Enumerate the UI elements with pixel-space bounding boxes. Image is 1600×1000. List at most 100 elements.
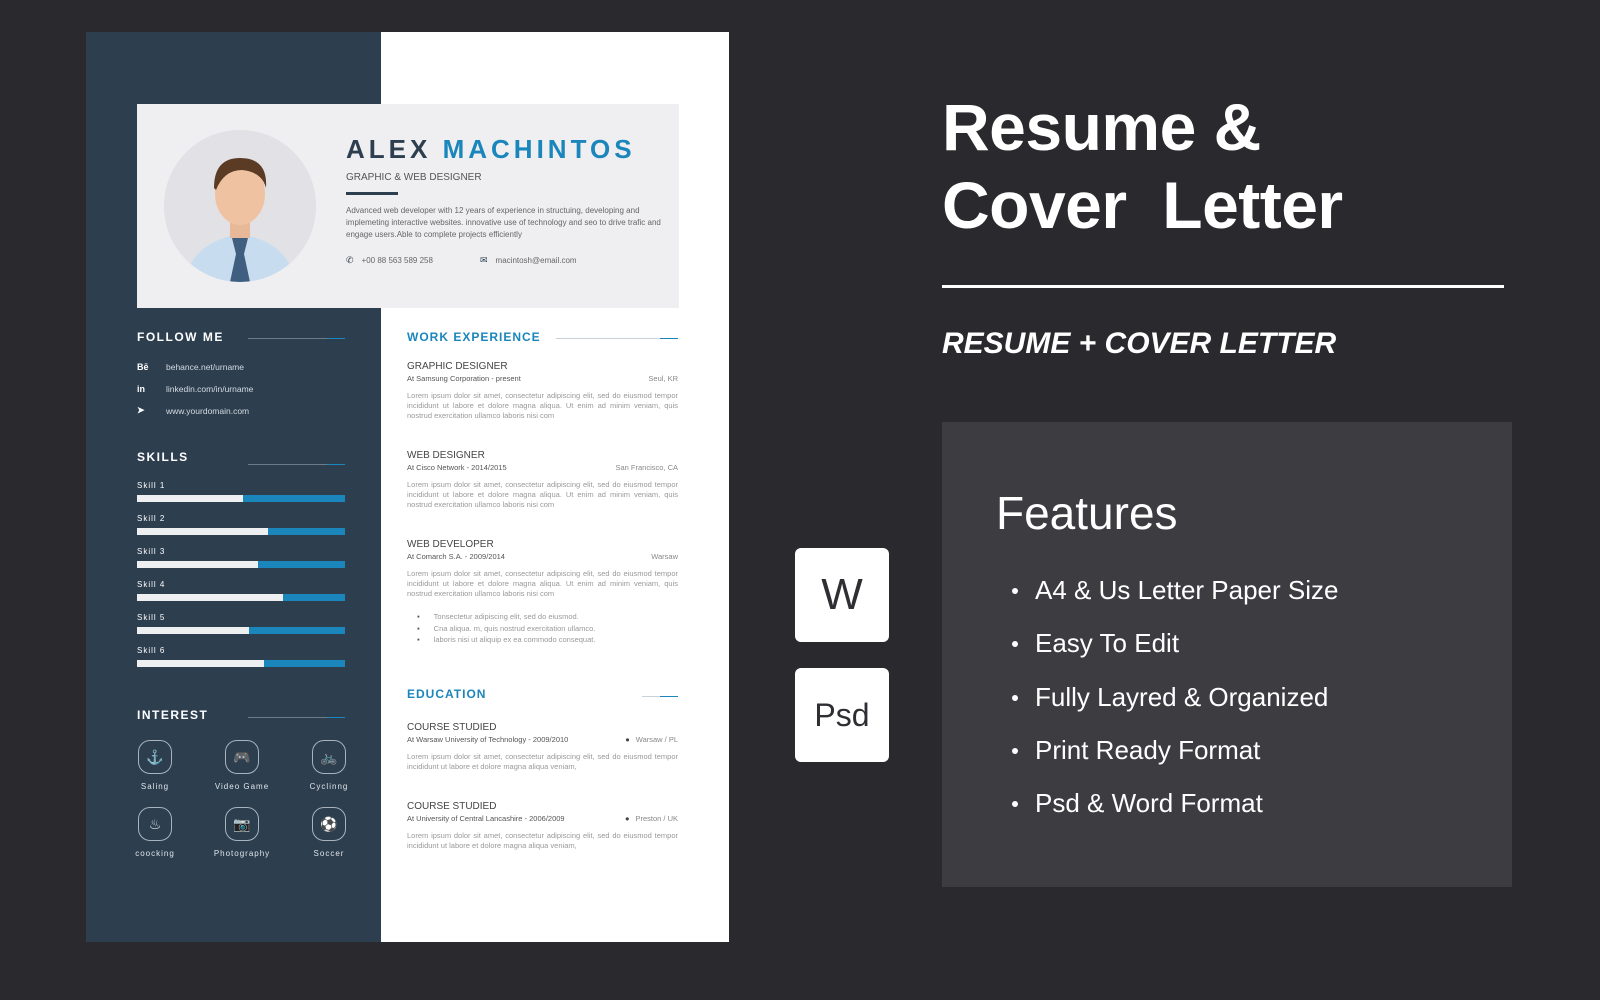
interest-label: Cyclinng bbox=[309, 782, 349, 791]
skill-item: Skill 4 bbox=[137, 580, 345, 601]
skill-level-fill bbox=[137, 594, 283, 601]
bullet-item: laboris nisi ut aliquip ex ea commodo co… bbox=[434, 634, 678, 646]
candidate-name: ALEX MACHINTOS bbox=[346, 134, 636, 165]
work-experience-heading: WORK EXPERIENCE bbox=[407, 330, 541, 344]
bullet-icon bbox=[1012, 640, 1018, 647]
work-divider bbox=[556, 338, 678, 339]
feature-item: Fully Layred & Organized bbox=[1012, 682, 1328, 713]
education-school: At Warsaw University of Technology - 200… bbox=[407, 735, 569, 744]
follow-item-linkedin[interactable]: in linkedin.com/in/urname bbox=[137, 384, 253, 394]
follow-link: behance.net/urname bbox=[166, 362, 244, 372]
education-title: COURSE STUDIED bbox=[407, 722, 497, 733]
interest-item: ⚓ Saling bbox=[115, 740, 195, 791]
soccer-ball-icon: ⚽ bbox=[312, 807, 346, 841]
interest-item: 📷 Photography bbox=[202, 807, 282, 858]
job-location: Seul, KR bbox=[648, 374, 678, 383]
interest-item: 🚲 Cyclinng bbox=[289, 740, 369, 791]
job-location: San Francisco, CA bbox=[615, 463, 678, 472]
bullet-icon bbox=[1012, 694, 1018, 701]
job-company: At Samsung Corporation - present bbox=[407, 374, 521, 383]
contact-email: ✉ macintosh@email.com bbox=[480, 255, 577, 266]
follow-item-behance[interactable]: Bē behance.net/urname bbox=[137, 362, 244, 372]
interest-label: coocking bbox=[135, 849, 175, 858]
bullet-icon bbox=[1012, 747, 1018, 754]
phone-number: +00 88 563 589 258 bbox=[361, 256, 433, 265]
camera-icon: 📷 bbox=[225, 807, 259, 841]
location-pin-icon: ● bbox=[625, 735, 630, 744]
education-location: Warsaw / PL bbox=[635, 735, 678, 744]
interest-label: Photography bbox=[213, 849, 271, 858]
skill-bar bbox=[137, 594, 345, 601]
education-entry: COURSE STUDIED At University of Central … bbox=[407, 801, 678, 851]
features-panel: Features A4 & Us Letter Paper Size Easy … bbox=[942, 422, 1512, 887]
promo-subtitle: RESUME + COVER LETTER bbox=[942, 327, 1337, 360]
skills-heading: SKILLS bbox=[137, 450, 189, 464]
follow-link: www.yourdomain.com bbox=[166, 405, 250, 416]
education-location: Preston / UK bbox=[635, 814, 678, 823]
phone-icon: ✆ bbox=[346, 255, 354, 265]
bullet-icon bbox=[1012, 587, 1018, 594]
education-title: COURSE STUDIED bbox=[407, 801, 497, 812]
candidate-role: GRAPHIC & WEB DESIGNER bbox=[346, 172, 482, 183]
education-description: Lorem ipsum dolor sit amet, consectetur … bbox=[407, 831, 678, 850]
psd-format-badge: Psd bbox=[795, 668, 889, 762]
skill-level-fill bbox=[137, 660, 264, 667]
feature-label: A4 & Us Letter Paper Size bbox=[1035, 575, 1339, 605]
feature-item: Psd & Word Format bbox=[1012, 788, 1263, 819]
job-location: Warsaw bbox=[651, 552, 678, 561]
interest-heading: INTEREST bbox=[137, 708, 209, 722]
skill-level-fill bbox=[137, 495, 244, 502]
skill-bar bbox=[137, 495, 345, 502]
contact-phone: ✆ +00 88 563 589 258 bbox=[346, 255, 433, 266]
skill-level-fill bbox=[137, 627, 250, 634]
bicycle-icon: 🚲 bbox=[312, 740, 346, 774]
follow-divider bbox=[248, 338, 345, 339]
interest-item: ♨ coocking bbox=[115, 807, 195, 858]
skill-label: Skill 3 bbox=[137, 547, 166, 556]
location-pin-icon: ● bbox=[624, 814, 630, 823]
job-title: GRAPHIC DESIGNER bbox=[407, 361, 508, 372]
profile-photo bbox=[164, 130, 316, 282]
job-entry: WEB DESIGNER At Cisco Network - 2014/201… bbox=[407, 450, 678, 510]
follow-heading: FOLLOW ME bbox=[137, 330, 224, 344]
education-divider bbox=[642, 696, 678, 697]
interest-label: Soccer bbox=[313, 849, 345, 858]
job-bullets: Tonsectetur adipiscing elit, sed do eius… bbox=[434, 611, 678, 646]
job-company: At Comarch S.A. - 2009/2014 bbox=[407, 552, 505, 561]
title-line-1: Resume & bbox=[942, 90, 1261, 164]
title-line-2: Cover Letter bbox=[942, 168, 1343, 242]
skill-bar bbox=[137, 561, 345, 568]
linkedin-icon: in bbox=[137, 384, 145, 394]
feature-item: Print Ready Format bbox=[1012, 735, 1260, 766]
skill-level-fill bbox=[137, 561, 258, 568]
bullet-item: Tonsectetur adipiscing elit, sed do eius… bbox=[434, 611, 678, 623]
skill-bar bbox=[137, 660, 345, 667]
last-name: MACHINTOS bbox=[442, 134, 636, 164]
skill-label: Skill 4 bbox=[137, 580, 166, 589]
gamepad-icon: 🎮 bbox=[225, 740, 259, 774]
interest-item: 🎮 Video Game bbox=[202, 740, 282, 791]
word-icon: W bbox=[821, 570, 863, 619]
first-name: ALEX bbox=[346, 134, 432, 164]
skill-label: Skill 2 bbox=[137, 514, 166, 523]
job-entry: GRAPHIC DESIGNER At Samsung Corporation … bbox=[407, 361, 678, 421]
job-title: WEB DESIGNER bbox=[407, 450, 485, 461]
interest-label: Video Game bbox=[214, 782, 270, 791]
paper-plane-icon: ➤ bbox=[137, 405, 145, 415]
anchor-icon: ⚓ bbox=[138, 740, 172, 774]
skill-level-fill bbox=[137, 528, 269, 535]
feature-label: Fully Layred & Organized bbox=[1035, 682, 1329, 712]
chef-hat-icon: ♨ bbox=[138, 807, 172, 841]
skill-label: Skill 1 bbox=[137, 481, 166, 490]
bullet-icon bbox=[1012, 800, 1018, 807]
follow-item-website[interactable]: ➤ www.yourdomain.com bbox=[137, 405, 249, 416]
psd-icon: Psd bbox=[814, 696, 870, 733]
behance-icon: Bē bbox=[137, 362, 149, 372]
title-divider bbox=[942, 285, 1504, 288]
job-description: Lorem ipsum dolor sit amet, consectetur … bbox=[407, 391, 678, 420]
envelope-icon: ✉ bbox=[480, 255, 488, 265]
feature-label: Easy To Edit bbox=[1035, 628, 1180, 658]
bullet-item: Cna aliqua. m, quis nostrud exercitation… bbox=[434, 623, 678, 635]
email-address: macintosh@email.com bbox=[495, 256, 577, 265]
skill-item: Skill 3 bbox=[137, 547, 345, 568]
